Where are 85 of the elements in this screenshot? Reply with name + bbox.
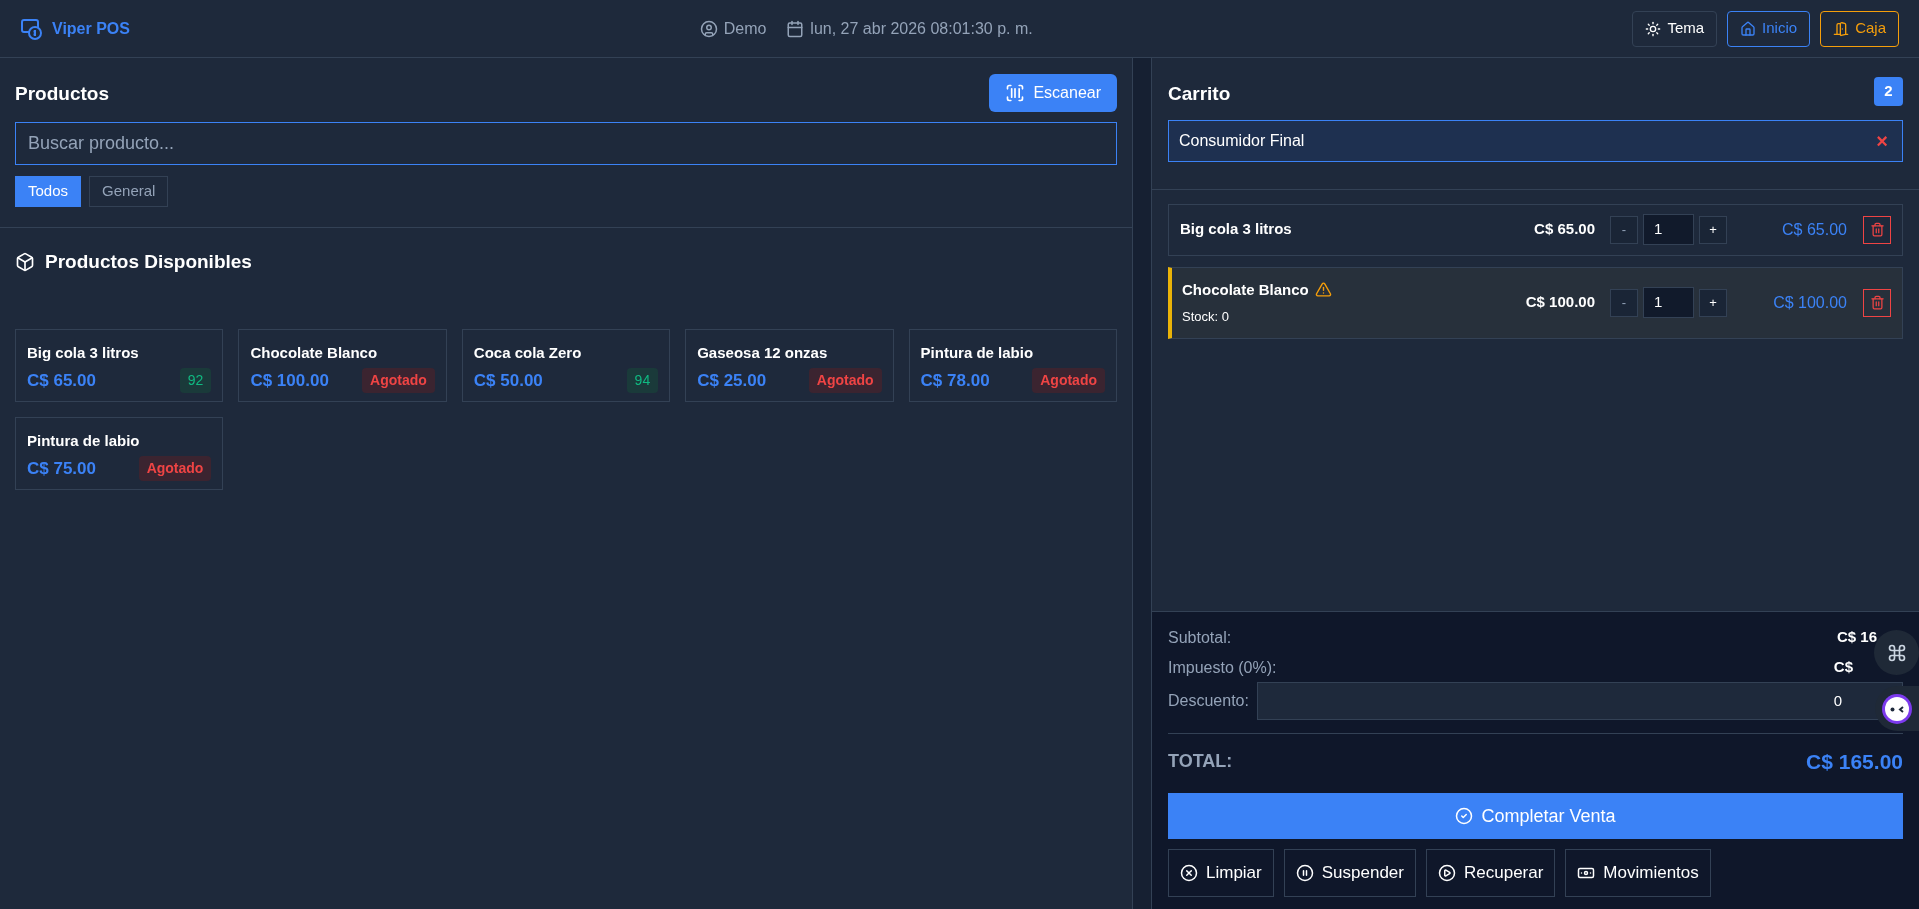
tax-value: C$	[1833, 656, 1853, 677]
section-title: Productos	[15, 82, 109, 106]
sold-out-badge: Agotado	[808, 368, 882, 394]
user-icon	[699, 19, 718, 38]
delete-button[interactable]	[1863, 288, 1891, 317]
product-card[interactable]: Chocolate Blanco C$ 100.00 Agotado	[238, 328, 447, 402]
product-price: C$ 65.00	[27, 370, 96, 392]
command-icon	[1886, 642, 1907, 663]
cart-title: Carrito	[1168, 82, 1231, 106]
summary-label: Impuesto (0%):	[1168, 657, 1277, 678]
total-label: TOTAL:	[1168, 749, 1233, 773]
product-price: C$ 50.00	[473, 370, 543, 392]
delete-button[interactable]	[1863, 215, 1891, 244]
summary-label: Descuento:	[1168, 690, 1249, 711]
summary-label: Subtotal:	[1168, 627, 1232, 648]
product-card[interactable]: Coca cola Zero C$ 50.00 94	[461, 328, 671, 402]
stock-badge: 94	[626, 368, 659, 394]
action-button[interactable]: Suspender	[1283, 849, 1416, 897]
stock-text: Stock: 0	[1182, 308, 1230, 326]
section-title: Productos Disponibles	[45, 250, 252, 274]
category-tab[interactable]: Todos	[15, 176, 82, 207]
product-card[interactable]: Gaseosa 12 onzas C$ 25.00 Agotado	[685, 328, 894, 402]
date-time: lun, 27 abr 2026 08:01:30 p. m.	[810, 18, 1033, 39]
quantity-field[interactable]: 1	[1643, 214, 1694, 245]
warning-icon	[1314, 281, 1332, 299]
check-circle-icon	[1455, 807, 1474, 825]
unit-price: C$ 100.00	[1525, 292, 1595, 313]
line-total: C$ 100.00	[1772, 292, 1847, 313]
product-name: Pintura de labio	[27, 430, 141, 451]
cart-item-name: Chocolate Blanco	[1182, 279, 1309, 300]
decrease-button[interactable]: -	[1610, 288, 1638, 317]
clear-customer-button[interactable]: ×	[1872, 125, 1892, 156]
pause-icon	[1295, 864, 1314, 882]
sun-icon	[1645, 20, 1662, 37]
stock-badge: 92	[179, 368, 212, 394]
discount-field[interactable]: 0	[1256, 681, 1903, 720]
sold-out-badge: Agotado	[362, 368, 435, 394]
line-total: C$ 65.00	[1781, 219, 1847, 240]
product-name: Coca cola Zero	[473, 342, 583, 363]
trash-icon	[1869, 295, 1885, 310]
quantity-field[interactable]: 1	[1643, 287, 1694, 318]
header-button[interactable]: Inicio	[1727, 10, 1811, 47]
product-price: C$ 78.00	[920, 370, 990, 392]
product-price: C$ 25.00	[697, 370, 767, 392]
product-name: Chocolate Blanco	[250, 342, 379, 363]
decrease-button[interactable]: -	[1610, 215, 1638, 244]
search-field[interactable]: Buscar producto...	[15, 122, 1117, 165]
increase-button[interactable]: +	[1699, 215, 1727, 244]
product-price: C$ 100.00	[250, 370, 329, 392]
product-price: C$ 75.00	[27, 458, 96, 480]
calendar-icon	[786, 19, 805, 38]
increase-button[interactable]: +	[1699, 288, 1727, 317]
sold-out-badge: Agotado	[1032, 368, 1105, 394]
product-name: Gaseosa 12 onzas	[697, 342, 829, 363]
subtotal-value: C$ 16	[1836, 626, 1877, 647]
product-card[interactable]: Pintura de labio C$ 78.00 Agotado	[908, 328, 1117, 402]
scan-button[interactable]: Escanear	[989, 74, 1117, 112]
unit-price: C$ 65.00	[1534, 219, 1595, 240]
category-tab[interactable]: General	[89, 176, 169, 207]
customer-field[interactable]: Consumidor Final ×	[1168, 119, 1903, 162]
product-card[interactable]: Pintura de labio C$ 75.00 Agotado	[15, 416, 224, 490]
home-icon	[1740, 20, 1757, 37]
product-name: Pintura de labio	[920, 342, 1035, 363]
play-icon	[1438, 864, 1456, 882]
action-button[interactable]: Movimientos	[1565, 849, 1711, 897]
product-name: Big cola 3 litros	[27, 342, 140, 363]
barcode-icon	[1005, 83, 1026, 103]
logo-icon	[20, 16, 44, 41]
app-name: Viper POS	[52, 18, 130, 39]
action-button[interactable]: Limpiar	[1168, 849, 1274, 897]
action-button[interactable]: Recuperar	[1426, 849, 1556, 897]
item-count-badge: 2	[1874, 76, 1903, 106]
product-card[interactable]: Big cola 3 litros C$ 65.00 92	[15, 328, 224, 402]
box-icon	[15, 252, 35, 273]
door-icon	[1833, 20, 1850, 37]
sold-out-badge: Agotado	[138, 456, 212, 482]
complete-sale-button[interactable]: Completar Venta	[1168, 793, 1903, 839]
header-button[interactable]: Tema	[1632, 10, 1718, 47]
header-button[interactable]: Caja	[1820, 10, 1899, 47]
total-value: C$ 165.00	[1806, 748, 1903, 775]
user-name: Demo	[723, 18, 767, 39]
cart-item-name: Big cola 3 litros	[1180, 219, 1292, 240]
trash-icon	[1869, 222, 1885, 237]
robot-face-icon	[1881, 692, 1913, 725]
circle-x-icon	[1180, 864, 1198, 882]
